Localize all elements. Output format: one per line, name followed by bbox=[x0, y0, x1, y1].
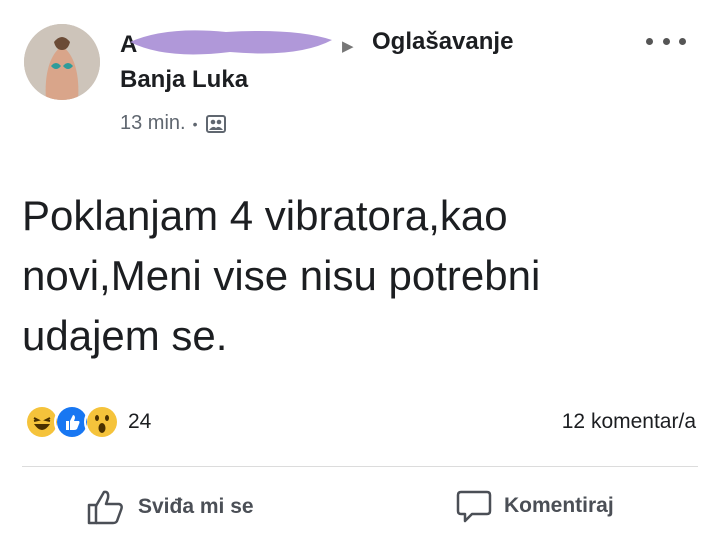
meta-separator: • bbox=[192, 115, 198, 132]
thumbs-up-icon bbox=[87, 490, 123, 525]
comment-label: Komentiraj bbox=[504, 494, 614, 517]
more-options-icon[interactable] bbox=[646, 34, 686, 48]
post-text: Poklanjam 4 vibratora,kao novi,Meni vise… bbox=[22, 192, 541, 359]
divider bbox=[22, 466, 698, 467]
location-name[interactable]: Banja Luka bbox=[120, 66, 248, 94]
wow-reaction-icon bbox=[84, 404, 120, 440]
like-button[interactable]: Sviđa mi se bbox=[86, 488, 254, 526]
group-name[interactable]: Oglašavanje bbox=[372, 28, 513, 56]
post-time[interactable]: 13 min. bbox=[120, 112, 186, 135]
more-dot bbox=[679, 37, 686, 45]
avatar-image bbox=[24, 24, 100, 100]
reaction-count: 24 bbox=[128, 410, 152, 433]
more-dot bbox=[646, 37, 653, 45]
comment-bubble-icon bbox=[456, 490, 492, 523]
more-dot bbox=[662, 37, 670, 45]
share-arrow-icon: ▶ bbox=[342, 38, 354, 55]
comment-button[interactable]: Komentiraj bbox=[456, 488, 614, 524]
reactions-summary[interactable]: 24 bbox=[24, 404, 151, 440]
post-meta: 13 min. • bbox=[120, 112, 227, 135]
comment-count[interactable]: 12 komentar/a bbox=[562, 410, 696, 434]
audience-icon[interactable] bbox=[205, 113, 227, 135]
name-redaction bbox=[130, 30, 332, 55]
avatar[interactable] bbox=[24, 24, 100, 100]
like-label: Sviđa mi se bbox=[138, 495, 254, 518]
